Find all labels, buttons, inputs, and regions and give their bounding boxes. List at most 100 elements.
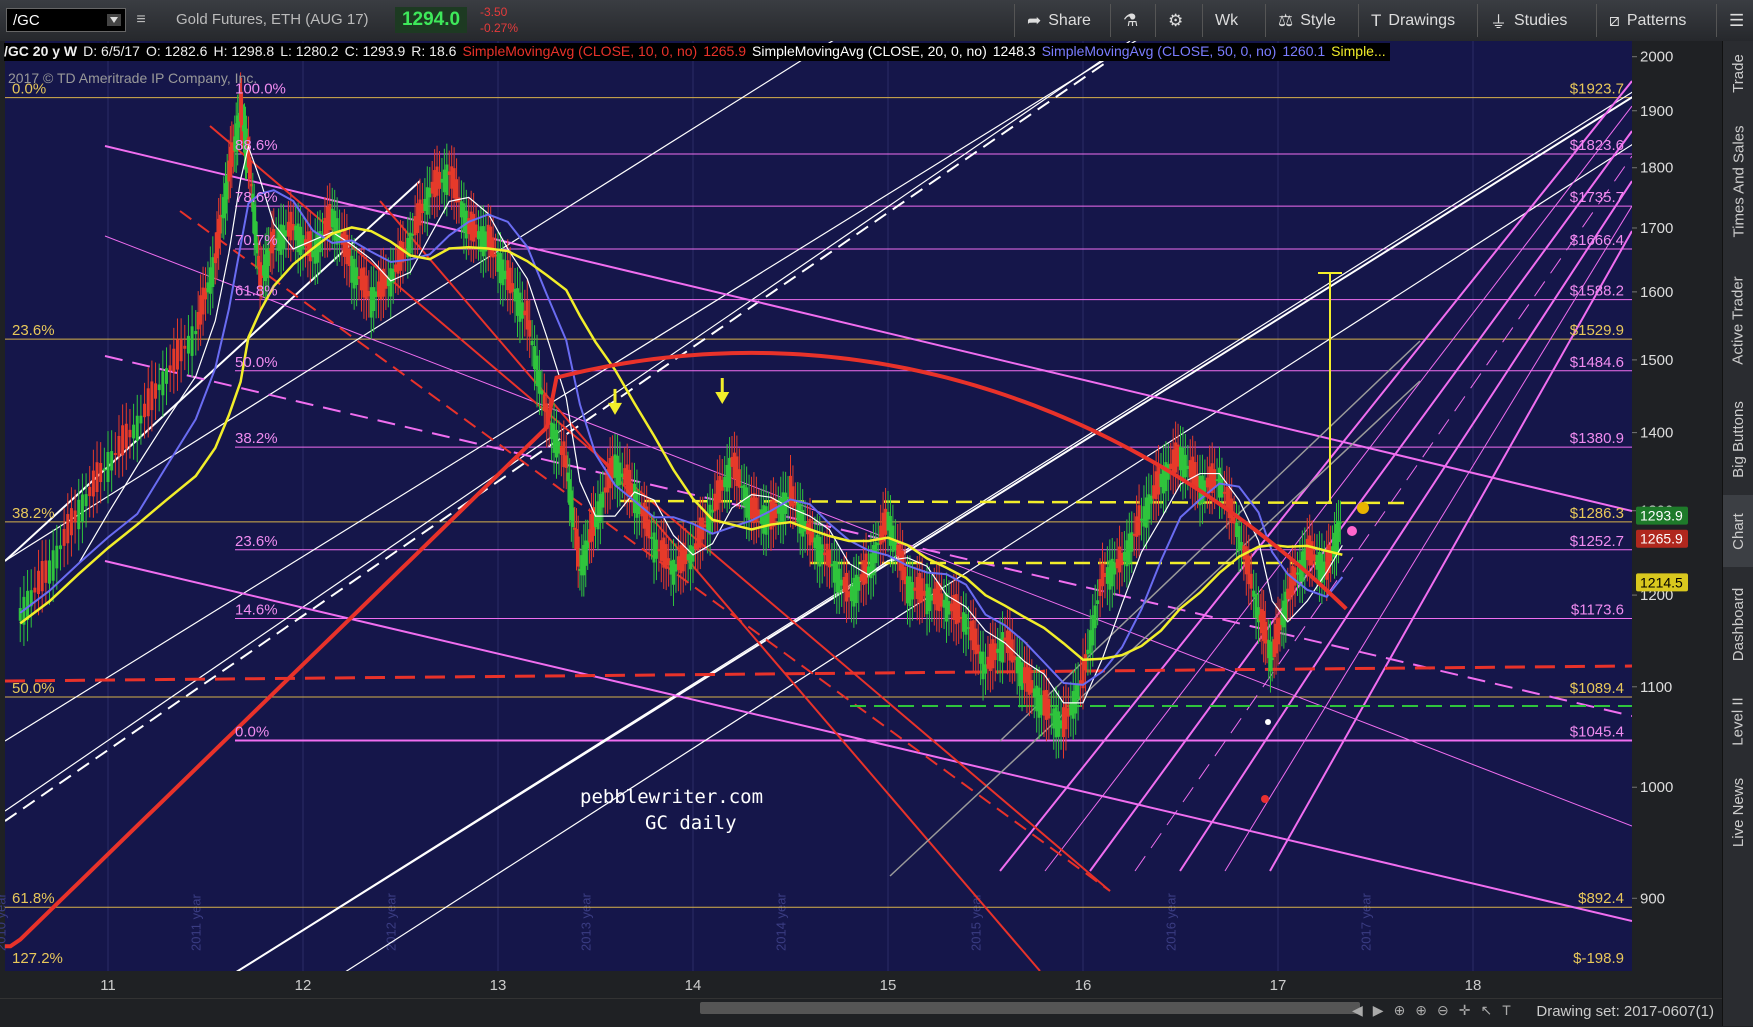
fib-mid-label: 61.8% [235,283,278,300]
sma50-value: 1260.1 [1282,43,1326,59]
candle-body [150,381,154,411]
fib-mid-label: 70.7% [235,232,278,249]
top-toolbar: /GC ≡ Gold Futures, ETH (AUG 17) 1294.0 … [0,0,1753,42]
bar-range: R: 18.6 [411,43,457,59]
candle-body [1220,478,1224,498]
x-tick-label: 13 [490,977,507,994]
candle-body [1336,520,1340,542]
candle-body [51,550,55,581]
bar-date: D: 6/5/17 [83,43,140,59]
settings-button[interactable]: ⚙ [1155,4,1201,37]
y-tick-label: 1600 [1640,284,1673,301]
candle-body [117,435,121,457]
scroll-right-icon[interactable]: ▶ [1373,1002,1384,1019]
link-icon[interactable]: ≡ [131,10,151,30]
candle-body [62,528,66,546]
tab-level-ii[interactable]: Level II [1723,681,1753,761]
candle-body [530,340,534,346]
drawings-label: Drawings [1388,11,1456,29]
more-studies: Simple... [1331,43,1386,59]
candle-body [564,455,568,468]
candle-body [110,451,114,471]
symbol-input[interactable]: /GC [6,8,126,32]
candle-body [520,302,524,319]
watermark-site: pebblewriter.com [580,786,764,808]
candle-body [445,164,449,195]
zoom-in-icon[interactable]: ⊕ [1415,1002,1427,1019]
drawings-button[interactable]: T Drawings [1358,4,1476,37]
candle-body [571,507,575,528]
style-label: Style [1300,11,1336,29]
x-tick-label: 14 [685,977,702,994]
cursor-icon[interactable]: ↖ [1481,1002,1493,1019]
aggregation-button[interactable]: Wk [1202,4,1264,37]
tab-chart[interactable]: Chart [1723,495,1753,567]
candle-body [1310,541,1314,566]
chart-area[interactable]: 11 12 13 14 15 16 17 18 2010 year 2011 year 2012 y… [0,41,1722,1024]
share-button[interactable]: ➦ Share [1014,4,1109,37]
fib-price-label: $892.4 [1578,890,1624,907]
red-dot [1261,795,1269,803]
tab-active-trader[interactable]: Active Trader [1723,257,1753,383]
study-legend: /GC 20 y W D: 6/5/17 O: 1282.6 H: 1298.8… [4,43,1390,61]
bar-high: H: 1298.8 [213,43,275,59]
text-tool-icon: T [1371,10,1382,30]
sma10-label: SimpleMovingAvg (CLOSE, 10, 0, no) [462,43,698,59]
studies-icon: ⏚ [1490,13,1507,32]
tab-times-and-sales[interactable]: Times And Sales [1723,106,1753,256]
price-chart[interactable]: 11 12 13 14 15 16 17 182010 year 2011 year 2012 y… [0,41,1722,998]
tab-live-news[interactable]: Live News [1723,762,1753,862]
y-tick-label: 900 [1640,890,1665,907]
candle-body [194,330,198,335]
x-tick-label: 15 [880,977,897,994]
y-tick-label: 1000 [1640,779,1673,796]
zoom-icon[interactable]: ⊕ [1394,1002,1406,1019]
candle-body [186,335,190,354]
candle-body [99,462,103,483]
candle-body [372,287,376,311]
drawing-set-label[interactable]: Drawing set: 2017-0607(1) [1536,1003,1714,1020]
fib-price-label: $1045.4 [1570,723,1624,740]
text-icon[interactable]: T [1502,1002,1511,1019]
candle-body [128,429,132,438]
candle-body [146,388,150,417]
fib-mid-label: 38.2% [235,430,278,447]
style-button[interactable]: ⚖ Style [1265,4,1357,37]
bottom-tools: ◀ ▶ ⊕ ⊕ ⊖ ✛ ↖ T [1352,1002,1511,1019]
candle-body [1232,516,1236,524]
patterns-button[interactable]: ⧄ Patterns [1596,4,1714,37]
candle-body [1096,600,1100,605]
candle-body [183,345,187,349]
tab-dashboard[interactable]: Dashboard [1723,568,1753,680]
chevron-down-icon[interactable] [107,14,121,26]
candle-body [1268,641,1272,672]
flask-button[interactable]: ⚗ [1110,4,1154,37]
menu-button[interactable]: ☰ [1716,4,1753,37]
zoom-out-icon[interactable]: ⊖ [1437,1002,1449,1019]
candle-body [55,545,59,569]
candle-body [124,423,128,449]
tab-trade[interactable]: Trade [1723,41,1753,105]
crosshair-icon[interactable]: ✛ [1459,1002,1471,1019]
candle-body [48,560,51,584]
candle-body [154,383,158,399]
candle-body [66,514,70,544]
candle-body [1213,469,1217,488]
sma20-label: SimpleMovingAvg (CLOSE, 20, 0, no) [752,43,987,59]
candle-body [964,614,968,635]
x-tick-label: 16 [1075,977,1092,994]
candle-body [1270,657,1274,661]
candle-body [102,468,106,471]
fib-price-label: $1823.6 [1570,137,1624,154]
scroll-left-icon[interactable]: ◀ [1352,1002,1363,1019]
style-icon: ⚖ [1278,10,1294,30]
candle-body [143,403,147,418]
sma20-value: 1248.3 [992,43,1036,59]
candle-body [672,559,675,585]
fib-price-label: $1173.6 [1571,602,1624,619]
candle-body [179,339,183,362]
horizontal-scrollbar[interactable] [700,1002,1360,1014]
candle-body [1083,654,1087,671]
tab-big-buttons[interactable]: Big Buttons [1723,384,1753,494]
studies-button[interactable]: ⏚ Studies [1477,4,1595,37]
